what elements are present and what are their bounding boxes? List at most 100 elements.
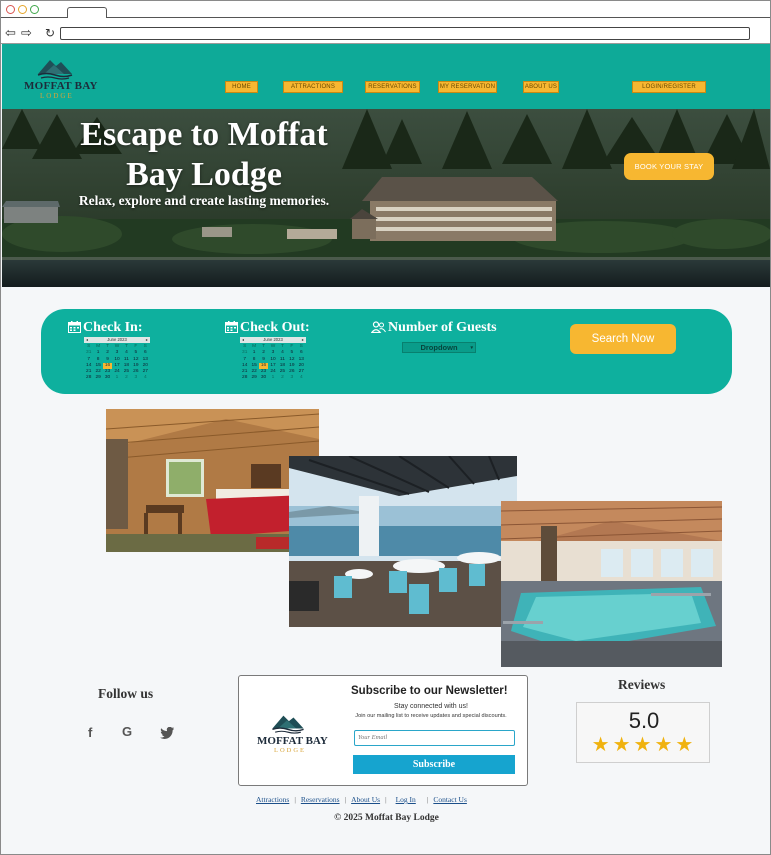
- hero-title: Escape to Moffat Bay Lodge: [80, 116, 328, 193]
- divider: |: [385, 795, 387, 804]
- star-rating: ★★★★★: [582, 732, 706, 756]
- follow-heading: Follow us: [98, 686, 154, 701]
- newsletter-logo-text: MOFFAT BAY: [257, 735, 328, 747]
- calendar-icon: [225, 321, 238, 333]
- calendar-month: June 2023: [107, 337, 127, 342]
- star-icon: ★: [633, 732, 655, 756]
- footer-links: Attractions | Reservations | About Us | Log In…: [256, 795, 526, 804]
- nav-reservations[interactable]: RESERVATIONS: [365, 81, 420, 93]
- copyright-text: © 2025 Moffat Bay Lodge: [334, 813, 439, 823]
- calendar-grid[interactable]: S M T W T F S 31 1 2 3 4 5 6 7 8 9 10 11 12 13 14 15 16 17 18 19 20…: [240, 344, 306, 382]
- tab-strip: [1, 17, 770, 18]
- calendar-day[interactable]: 28: [84, 375, 93, 381]
- google-icon[interactable]: G: [122, 724, 132, 739]
- divider: |: [426, 795, 429, 804]
- calendar-day[interactable]: 29: [93, 375, 102, 381]
- book-your-stay-button[interactable]: BOOK YOUR STAY: [624, 153, 714, 180]
- deck-photo[interactable]: [289, 456, 517, 627]
- facebook-icon[interactable]: f: [88, 725, 92, 740]
- hero-subtitle: Relax, explore and create lasting memori…: [78, 193, 330, 208]
- reload-icon[interactable]: ↻: [45, 26, 55, 40]
- browser-tab[interactable]: [67, 7, 107, 18]
- divider: |: [294, 795, 296, 804]
- address-bar[interactable]: [60, 27, 750, 40]
- newsletter-logo-subtext: LODGE: [274, 747, 307, 754]
- search-now-button[interactable]: Search Now: [570, 324, 676, 354]
- prev-month-icon[interactable]: ◂: [86, 337, 88, 343]
- room-photo[interactable]: [106, 409, 319, 552]
- pool-image: [501, 501, 722, 667]
- calendar-grid[interactable]: S M T W T F S 31 1 2 3 4 5 6 7 8 9 10 11 12 13 14 15 16 17 18 19 20…: [84, 344, 150, 382]
- check-in-calendar[interactable]: ◂ June 2023 ▸ S M T W T F S 31 1 2 3 4 5 6 7 8 9 10 11 12 13 14…: [84, 337, 150, 389]
- calendar-day[interactable]: 4: [297, 375, 306, 381]
- calendar-header: ◂ June 2023 ▸: [84, 337, 150, 343]
- calendar-icon: [68, 321, 81, 333]
- check-in-label: Check In:: [83, 320, 143, 335]
- twitter-icon[interactable]: [160, 727, 174, 739]
- minimize-window-icon[interactable]: [18, 5, 27, 14]
- next-month-icon[interactable]: ▸: [302, 337, 304, 343]
- calendar-day[interactable]: 30: [259, 375, 268, 381]
- subscribe-button[interactable]: Subscribe: [353, 755, 515, 774]
- footer-link-about-us[interactable]: About Us: [351, 795, 380, 804]
- check-out-label: Check Out:: [240, 320, 310, 335]
- site-header: MOFFAT BAY LODGE HOME ATTRACTIONS RESERV…: [2, 44, 770, 109]
- check-in-heading: Check In:: [68, 320, 143, 336]
- forward-arrow-icon[interactable]: ⇨: [21, 26, 32, 41]
- check-out-calendar[interactable]: ◂ June 2023 ▸ S M T W T F S 31 1 2 3 4 5 6 7 8 9 10 11 12 13 14…: [240, 337, 306, 389]
- close-window-icon[interactable]: [6, 5, 15, 14]
- nav-about-us[interactable]: ABOUT US: [523, 81, 559, 93]
- divider: |: [344, 795, 347, 804]
- logo-subtext: LODGE: [40, 92, 74, 100]
- guests-heading: Number of Guests: [371, 320, 497, 336]
- hero-banner: Escape to Moffat Bay Lodge Relax, explor…: [2, 109, 770, 287]
- newsletter-tagline: Stay connected with us!: [394, 703, 468, 710]
- calendar-day[interactable]: 4: [141, 375, 150, 381]
- calendar-month: June 2023: [263, 337, 283, 342]
- check-out-heading: Check Out:: [225, 320, 310, 336]
- calendar-day[interactable]: 2: [278, 375, 287, 381]
- calendar-day[interactable]: 3: [131, 375, 140, 381]
- footer-link-contact-us[interactable]: Contact Us: [433, 795, 467, 804]
- browser-chrome: ⇦ ⇨ ↻: [1, 1, 770, 44]
- logo-text[interactable]: MOFFAT BAY: [24, 80, 98, 92]
- calendar-day[interactable]: 2: [122, 375, 131, 381]
- email-field[interactable]: Your Email: [354, 730, 515, 746]
- deck-image: [289, 456, 517, 627]
- nav-attractions[interactable]: ATTRACTIONS: [283, 81, 343, 93]
- footer-link-reservations[interactable]: Reservations: [301, 795, 340, 804]
- logo-mountain-icon: [272, 715, 304, 734]
- back-arrow-icon[interactable]: ⇦: [5, 26, 16, 41]
- calendar-day[interactable]: 1: [112, 375, 121, 381]
- chevron-down-icon: ▾: [470, 345, 473, 351]
- booking-bar: Check In: ◂ June 2023 ▸ S M T W T F S 31 1 2 3 4 5 6 7 8 9…: [41, 309, 732, 394]
- calendar-header: ◂ June 2023 ▸: [240, 337, 306, 343]
- footer-link-log-in[interactable]: Log In: [396, 795, 416, 804]
- calendar-day[interactable]: 28: [240, 375, 249, 381]
- pool-photo[interactable]: [501, 501, 722, 667]
- logo-mountain-icon[interactable]: [36, 56, 74, 80]
- calendar-day[interactable]: 1: [268, 375, 277, 381]
- calendar-day[interactable]: 30: [103, 375, 112, 381]
- calendar-day[interactable]: 29: [249, 375, 258, 381]
- rating-value: 5.0: [628, 708, 660, 733]
- star-icon: ★: [612, 732, 634, 756]
- nav-my-reservation[interactable]: MY RESERVATION: [438, 81, 497, 93]
- reviews-heading: Reviews: [618, 677, 666, 692]
- browser-window: ⇦ ⇨ ↻ MOFFAT BAY LODGE HOME ATTRACTIONS …: [0, 0, 771, 855]
- star-icon: ★: [654, 732, 676, 756]
- nav-home[interactable]: HOME: [225, 81, 258, 93]
- star-icon: ★: [675, 732, 697, 756]
- room-image: [106, 409, 319, 552]
- maximize-window-icon[interactable]: [30, 5, 39, 14]
- newsletter-box: MOFFAT BAY LODGE Subscribe to our Newsle…: [238, 675, 528, 786]
- next-month-icon[interactable]: ▸: [146, 337, 148, 343]
- star-icon: ★: [591, 732, 613, 756]
- calendar-day[interactable]: 3: [287, 375, 296, 381]
- footer-link-attractions[interactable]: Attractions: [256, 795, 289, 804]
- prev-month-icon[interactable]: ◂: [242, 337, 244, 343]
- guests-dropdown[interactable]: Dropdown ▾: [402, 342, 476, 353]
- nav-login-register[interactable]: LOGIN/REGISTER: [632, 81, 706, 93]
- reviews-box: 5.0 ★★★★★: [576, 702, 710, 763]
- guests-dropdown-value: Dropdown: [420, 343, 458, 352]
